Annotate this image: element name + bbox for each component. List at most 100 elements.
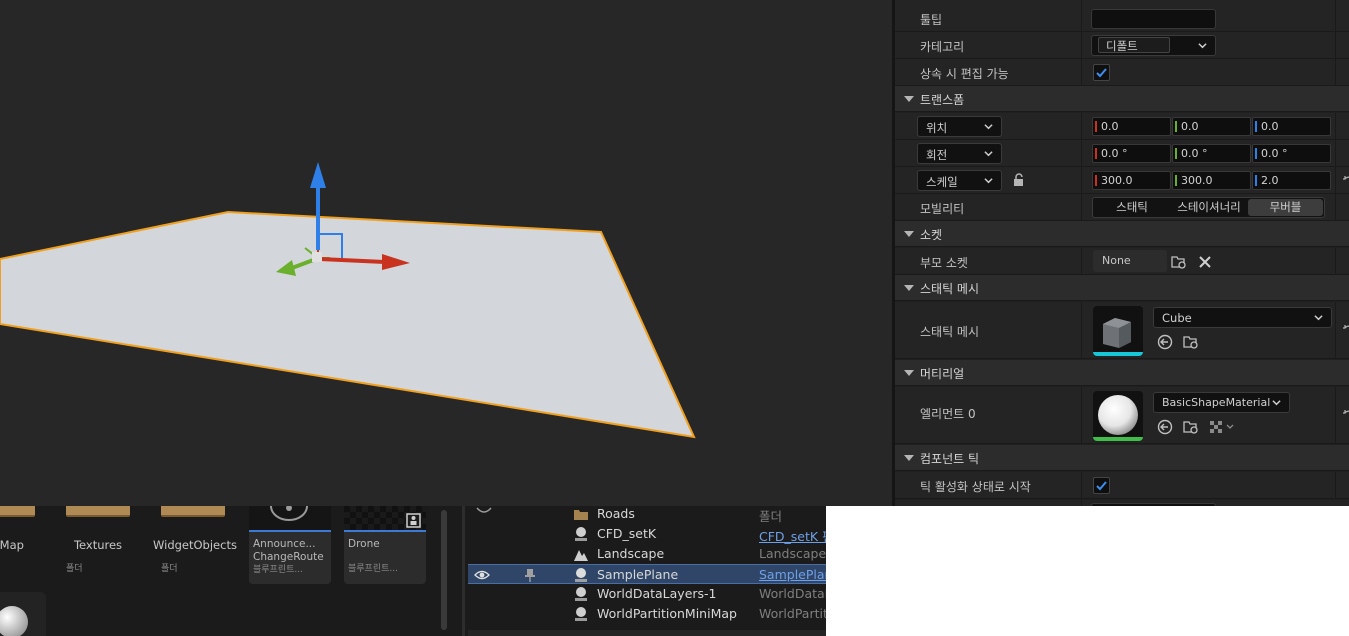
outliner-footer (468, 630, 826, 636)
rotation-x-field[interactable]: 0.0 ° (1092, 144, 1171, 163)
outliner-item-name: Landscape (597, 546, 665, 561)
rotation-z-field[interactable]: 0.0 ° (1252, 144, 1331, 163)
use-selected-asset-icon[interactable] (1157, 334, 1173, 350)
folder-tile[interactable]: WidgetObjects 폴더 (153, 506, 237, 586)
outliner-row-selected[interactable]: SamplePlane SamplePlan (468, 564, 826, 584)
rotation-y-field[interactable]: 0.0 ° (1172, 144, 1251, 163)
outliner-row[interactable]: Roads 폴더 (468, 506, 826, 524)
cube-icon (1093, 318, 1143, 356)
visibility-icon[interactable] (476, 506, 492, 518)
world-outliner: Roads 폴더 CFD_setK CFD_setK 편 Landscape L… (462, 506, 826, 636)
socket-section-header[interactable]: 소켓 (895, 221, 1349, 247)
checker-texture-icon[interactable] (1209, 419, 1239, 435)
mobility-row: 모빌리티 스태틱 스테이셔너리 무버블 (895, 194, 1349, 221)
chevron-down-icon (984, 151, 993, 157)
pin-icon[interactable] (524, 567, 536, 583)
materials-section-header[interactable]: 머티리얼 (895, 360, 1349, 386)
static-mesh-section-header[interactable]: 스태틱 메시 (895, 275, 1349, 301)
static-mesh-dropdown[interactable]: Cube (1153, 307, 1332, 328)
mobility-stationary-option[interactable]: 스테이셔너리 (1170, 199, 1248, 216)
outliner-item-name: WorldPartitionMiniMap (597, 606, 737, 621)
material-thumbnail[interactable] (1093, 391, 1143, 441)
actor-icon (575, 568, 587, 582)
location-mode-dropdown[interactable]: 위치 (917, 116, 1002, 137)
caret-down-icon (904, 455, 914, 461)
location-y-field[interactable]: 0.0 (1172, 117, 1251, 136)
folder-tile[interactable]: Textures 폴더 (58, 506, 138, 586)
chevron-down-icon (984, 178, 993, 184)
viewport-scene[interactable] (0, 0, 892, 506)
rotation-mode-dropdown[interactable]: 회전 (917, 143, 1002, 164)
sphere-icon (1093, 395, 1143, 441)
location-row: 위치 0.0 0.0 0.0 (895, 113, 1349, 140)
folder-tile[interactable]: pleMap (0, 506, 43, 586)
outliner-item-name: Roads (597, 506, 635, 521)
outliner-item-name: SamplePlane (597, 567, 679, 582)
level-viewport[interactable] (0, 0, 892, 506)
section-title: 스태틱 메시 (920, 282, 980, 296)
transform-section-header[interactable]: 트랜스폼 (895, 86, 1349, 112)
outliner-row[interactable]: WorldPartitionMiniMap WorldPartitio (468, 604, 826, 624)
sample-plane-mesh[interactable] (0, 210, 696, 439)
outliner-row[interactable]: Landscape Landscape (468, 544, 826, 564)
rotation-label: 회전 (926, 148, 948, 162)
tooltip-row: 툴팁 (895, 5, 1349, 32)
asset-thumbnail (344, 506, 426, 532)
asset-tile[interactable]: Announce... ChangeRoute 블루프린트... (249, 506, 331, 584)
scale-z-field[interactable]: 2.0 (1252, 171, 1331, 190)
start-tick-enabled-label: 틱 활성화 상태로 시작 (920, 480, 1031, 494)
outliner-item-type-link[interactable]: CFD_setK 편 (759, 526, 826, 545)
component-tick-section-header[interactable]: 컴포넌트 틱 (895, 445, 1349, 471)
checkmark-icon (1096, 68, 1107, 78)
rotation-row: 회전 0.0 ° 0.0 ° 0.0 ° (895, 140, 1349, 167)
tooltip-input[interactable] (1091, 9, 1216, 29)
reset-to-default-icon[interactable] (1342, 324, 1349, 336)
parent-socket-value: None (1102, 254, 1131, 267)
caret-down-icon (904, 370, 914, 376)
static-mesh-value: Cube (1162, 311, 1192, 325)
material-asset-thumbnail[interactable] (0, 592, 46, 636)
content-browser-scrollbar[interactable] (441, 510, 447, 630)
mobility-static-option[interactable]: 스태틱 (1094, 199, 1170, 216)
location-z-field[interactable]: 0.0 (1252, 117, 1331, 136)
landscape-icon (574, 550, 588, 561)
category-dropdown[interactable]: 디폴트 (1091, 35, 1216, 56)
outliner-item-type-link[interactable]: SamplePlan (759, 567, 826, 582)
reset-to-default-icon[interactable] (1342, 409, 1349, 421)
mobility-movable-option[interactable]: 무버블 (1248, 199, 1323, 216)
chevron-down-icon (1198, 43, 1207, 49)
scale-y-field[interactable]: 300.0 (1172, 171, 1251, 190)
caret-down-icon (904, 96, 914, 102)
scale-mode-dropdown[interactable]: 스케일 (917, 170, 1002, 191)
outliner-item-name: CFD_setK (597, 526, 657, 541)
reset-to-default-icon[interactable] (1342, 175, 1349, 187)
start-tick-enabled-checkbox[interactable] (1093, 477, 1110, 494)
chevron-down-icon (984, 124, 993, 130)
browse-socket-icon[interactable] (1171, 254, 1187, 270)
browse-asset-icon[interactable] (1183, 334, 1199, 350)
outliner-row[interactable]: CFD_setK CFD_setK 편 (468, 524, 826, 544)
folder-name: WidgetObjects (153, 538, 237, 552)
outliner-row[interactable]: WorldDataLayers-1 WorldDataLa (468, 584, 826, 604)
lock-icon[interactable] (1012, 173, 1026, 187)
clear-x-icon[interactable] (1197, 254, 1213, 270)
material-dropdown[interactable]: BasicShapeMaterial (1153, 392, 1290, 413)
location-x-field[interactable]: 0.0 (1092, 117, 1171, 136)
mobility-segmented-control: 스태틱 스테이셔너리 무버블 (1092, 197, 1325, 218)
asset-tile[interactable]: Drone 블루프린트... (344, 506, 426, 584)
scale-x-field[interactable]: 300.0 (1092, 171, 1171, 190)
static-mesh-thumbnail[interactable] (1093, 306, 1143, 356)
parent-socket-label: 부모 소켓 (920, 256, 968, 270)
folder-name: pleMap (0, 538, 24, 552)
browse-asset-icon[interactable] (1183, 419, 1199, 435)
eye-icon[interactable] (474, 569, 490, 581)
use-selected-asset-icon[interactable] (1157, 419, 1173, 435)
sphere-icon (0, 606, 28, 636)
partial-field[interactable] (1091, 503, 1216, 506)
asset-thumbnail (249, 506, 331, 532)
editable-on-inherit-checkbox[interactable] (1093, 64, 1110, 81)
mobility-label: 모빌리티 (920, 202, 965, 216)
category-label: 카테고리 (920, 40, 965, 54)
parent-socket-field[interactable]: None (1093, 250, 1167, 272)
folder-icon (0, 506, 35, 517)
